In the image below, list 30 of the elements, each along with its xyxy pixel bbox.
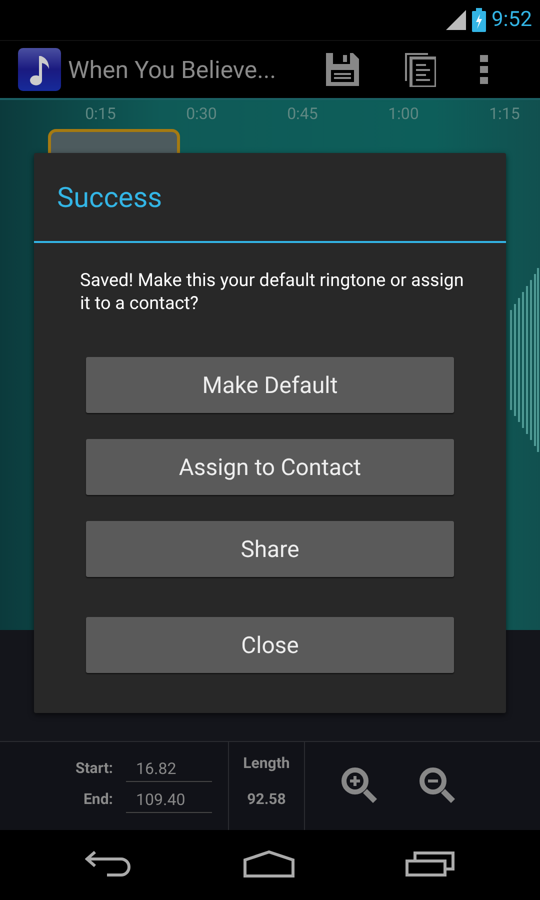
time-tick-label: 1:00 xyxy=(387,104,420,123)
length-value: 92.58 xyxy=(247,790,286,808)
app-icon[interactable] xyxy=(18,48,61,91)
time-tick-label: 1:15 xyxy=(488,104,521,123)
more-icon[interactable] xyxy=(480,54,488,84)
save-icon[interactable] xyxy=(326,53,358,86)
start-label: Start: xyxy=(74,759,113,779)
dialog-title: Success xyxy=(34,153,506,243)
song-title: When You Believe... xyxy=(68,56,278,84)
length-label: Length xyxy=(243,754,290,772)
time-tick-label: 0:15 xyxy=(84,104,117,123)
zoom-in-icon[interactable] xyxy=(341,767,379,805)
recent-apps-icon[interactable] xyxy=(405,851,455,877)
end-label: End: xyxy=(82,790,113,810)
end-field[interactable]: 109.40 xyxy=(126,790,212,813)
copy-icon[interactable] xyxy=(404,52,436,86)
dialog-button[interactable]: Close xyxy=(86,617,454,673)
dialog-message: Saved! Make this your default ringtone or assign it to a contact? xyxy=(80,269,465,315)
start-field[interactable]: 16.82 xyxy=(126,759,212,782)
clock: 9:52 xyxy=(492,8,532,32)
dialog-button[interactable]: Share xyxy=(86,521,454,577)
signal-icon xyxy=(446,10,466,30)
dialog-button[interactable]: Assign to Contact xyxy=(86,439,454,495)
zoom-out-icon[interactable] xyxy=(419,767,457,805)
time-tick-label: 0:45 xyxy=(286,104,319,123)
battery-icon xyxy=(472,8,486,32)
time-tick-label: 0:30 xyxy=(185,104,218,123)
home-icon[interactable] xyxy=(243,850,295,878)
dialog-button[interactable]: Make Default xyxy=(86,357,454,413)
back-icon[interactable] xyxy=(85,851,133,877)
